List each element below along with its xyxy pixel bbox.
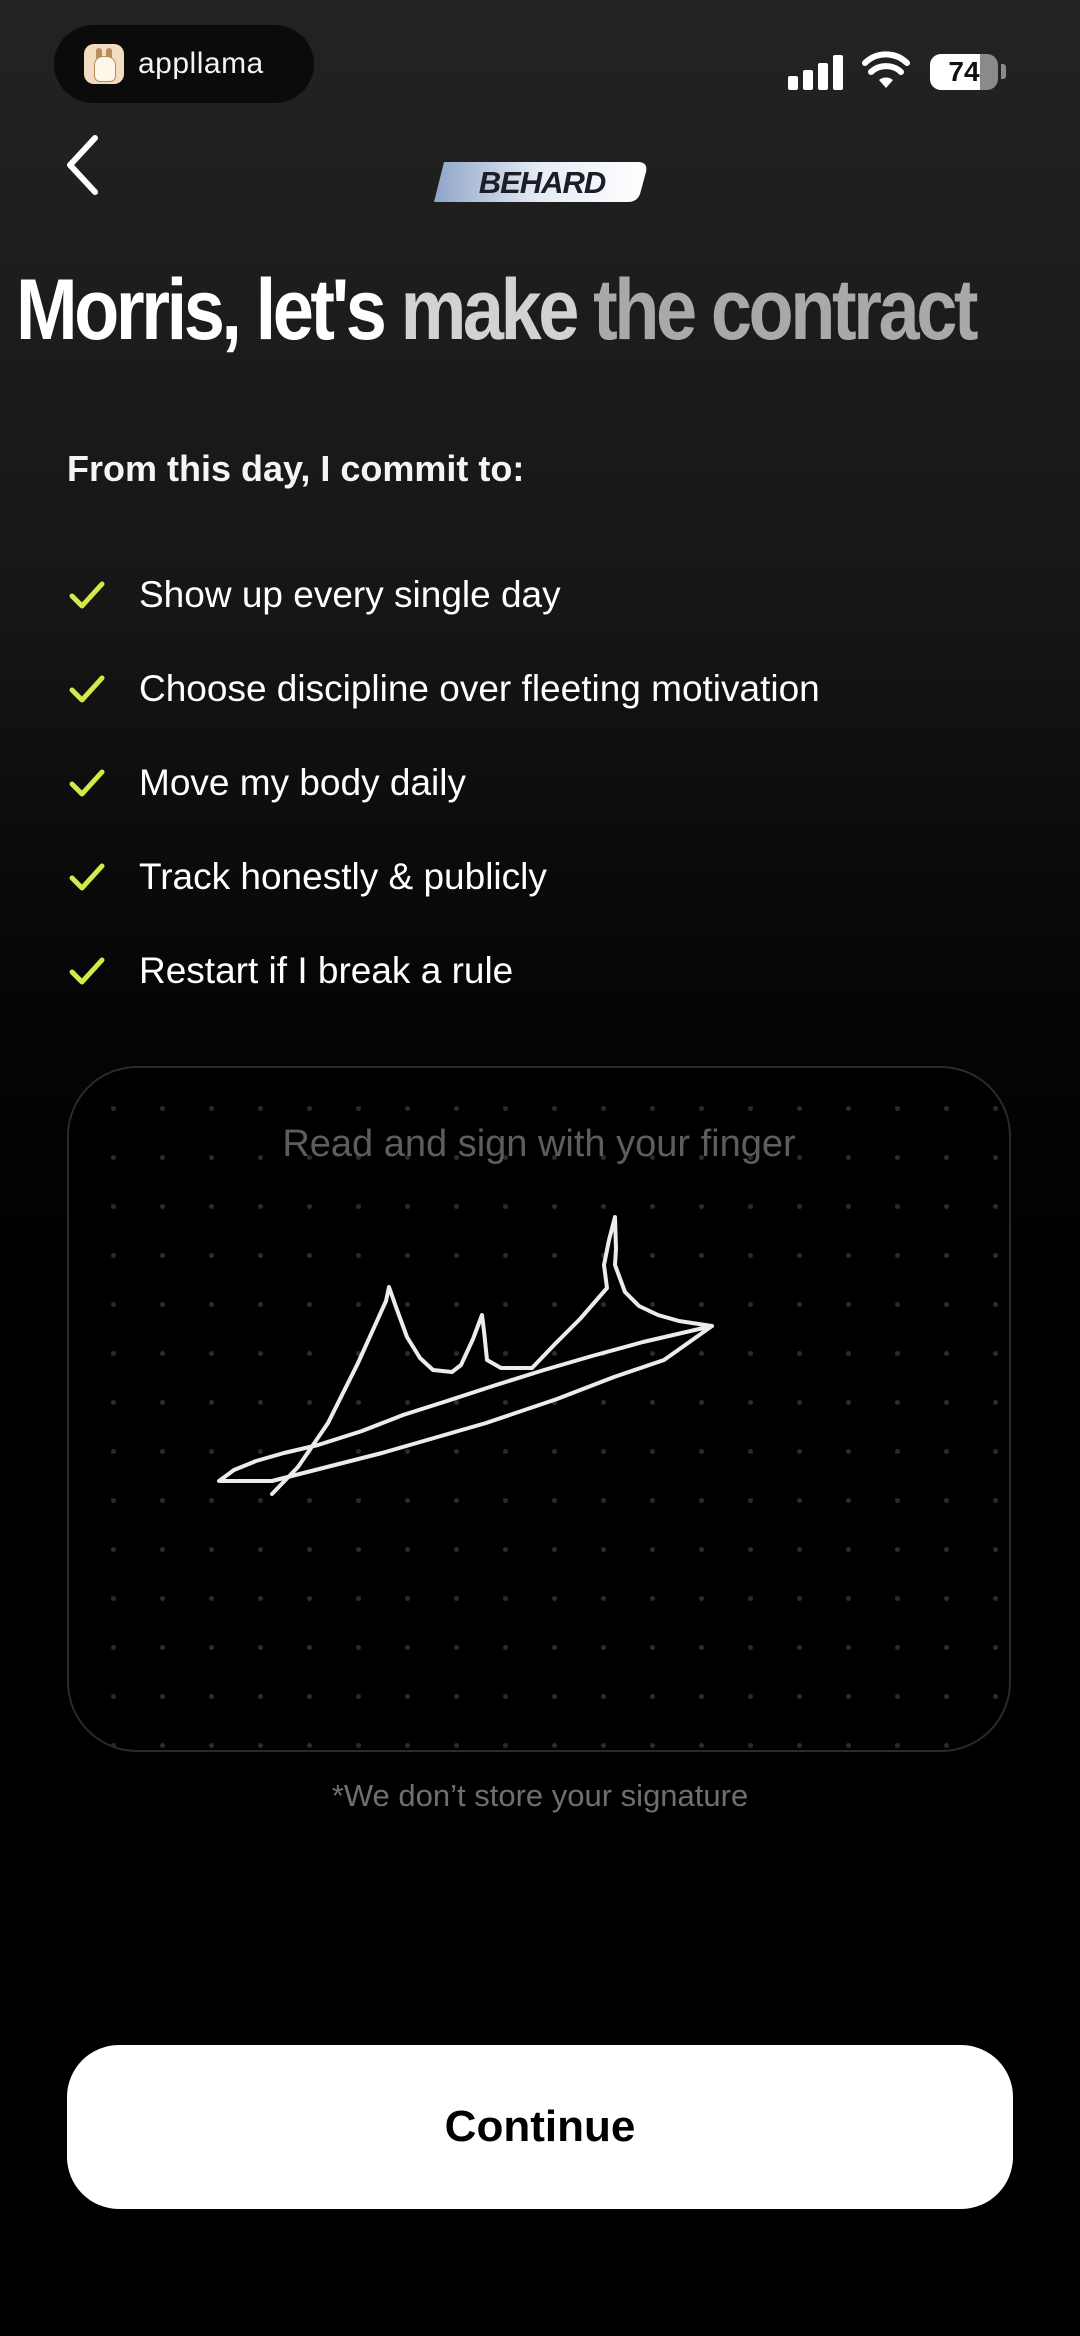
commitment-text: Move my body daily: [139, 762, 466, 803]
commitment-text: Choose discipline over fleeting motivati…: [139, 668, 820, 709]
battery-tip: [1001, 64, 1006, 79]
commitment-item: Choose discipline over fleeting motivati…: [67, 642, 820, 736]
checkmark-icon: [69, 957, 105, 985]
title-part-3: the contract: [593, 262, 978, 358]
battery-indicator: 74: [930, 54, 998, 90]
brand-logo: BEHARD: [434, 162, 647, 202]
signature-stroke: [217, 1215, 714, 1496]
commitment-item: Show up every single day: [67, 548, 820, 642]
page-title: Morris, let's make the contract: [16, 255, 979, 365]
wifi-icon: [862, 51, 910, 88]
title-part-1: Morris, let's: [16, 262, 387, 358]
checkmark-icon: [69, 863, 105, 891]
continue-button[interactable]: Continue: [67, 2045, 1013, 2209]
signature-pad[interactable]: Read and sign with your finger: [67, 1066, 1011, 1752]
commitment-item: Move my body daily: [67, 736, 820, 830]
svg-text:BEHARD: BEHARD: [479, 165, 606, 200]
app-badge-label: appllama: [138, 47, 264, 80]
commitment-text: Show up every single day: [139, 574, 561, 615]
commit-intro: From this day, I commit to:: [67, 448, 525, 489]
cellular-signal-icon: [788, 54, 844, 90]
title-part-2: make: [400, 262, 580, 358]
commitment-list: Show up every single day Choose disciplin…: [67, 548, 820, 1018]
chevron-left-icon[interactable]: [62, 130, 112, 200]
checkmark-icon: [69, 675, 105, 703]
battery-percent: 74: [948, 56, 980, 87]
commitment-text: Restart if I break a rule: [139, 950, 514, 991]
signature-disclaimer: *We don’t store your signature: [331, 1778, 749, 1813]
commitment-item: Track honestly & publicly: [67, 830, 820, 924]
checkmark-icon: [69, 581, 105, 609]
commitment-text: Track honestly & publicly: [139, 856, 547, 897]
app-badge[interactable]: appllama: [54, 25, 314, 103]
llama-logo-icon: [84, 44, 124, 84]
commitment-item: Restart if I break a rule: [67, 924, 820, 1018]
checkmark-icon: [69, 769, 105, 797]
